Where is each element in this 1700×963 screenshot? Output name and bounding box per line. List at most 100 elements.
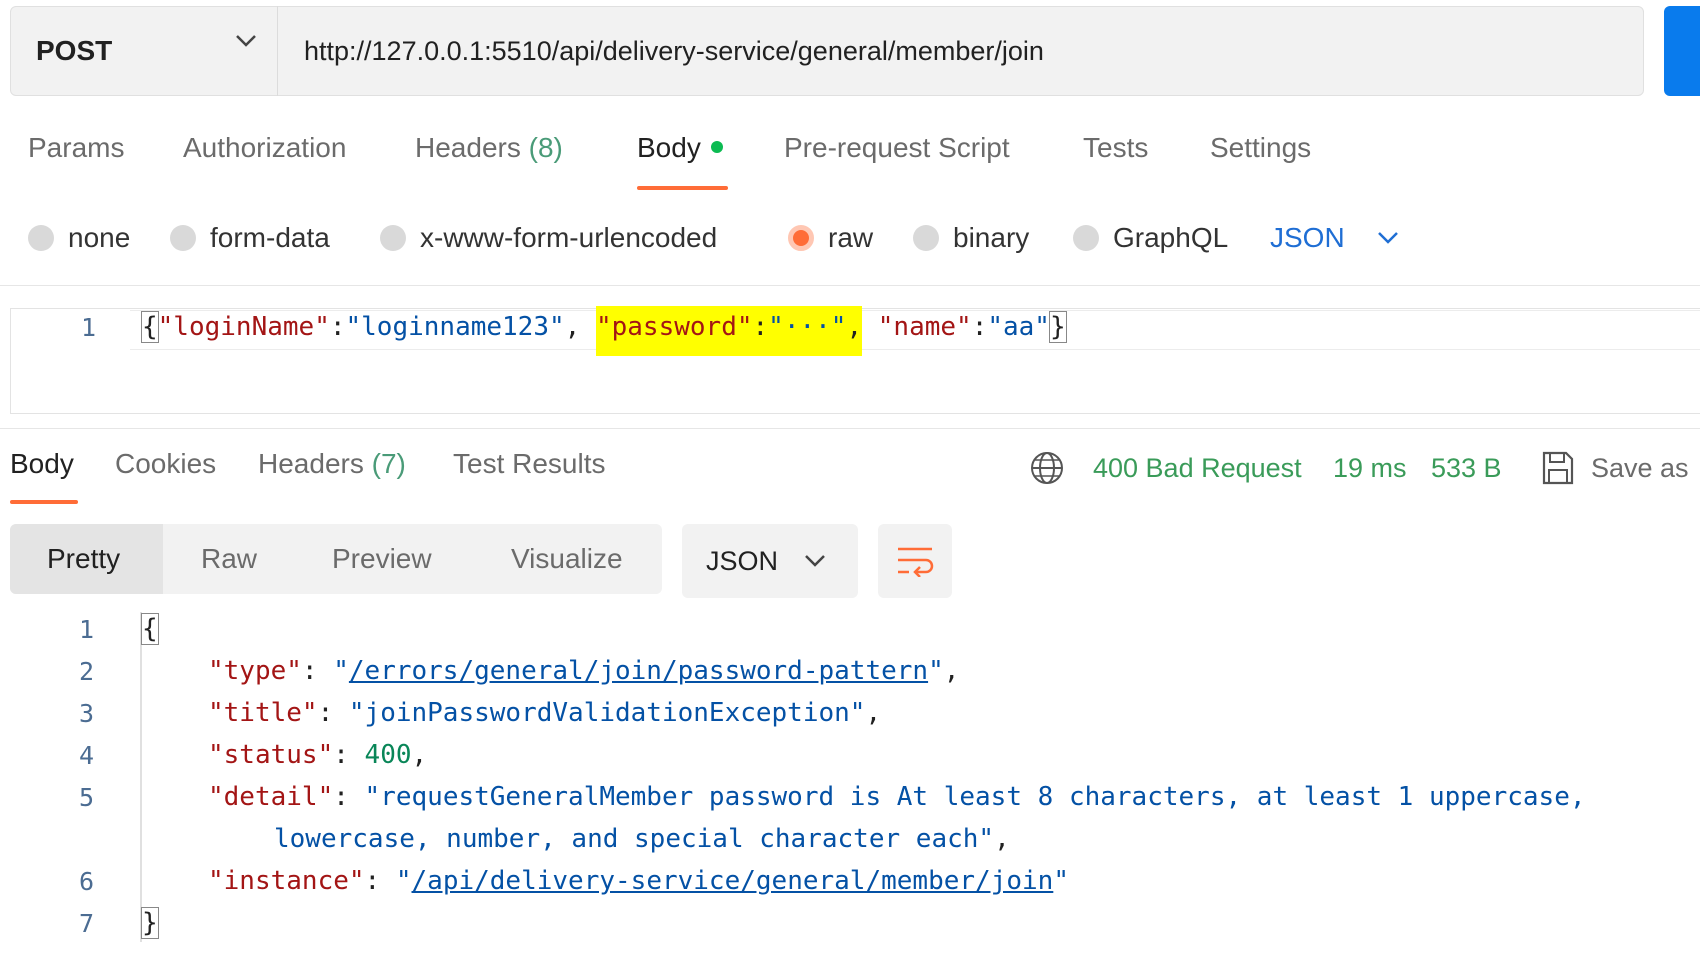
tab-body-label: Body <box>637 132 701 163</box>
view-visualize-button[interactable]: Visualize <box>511 524 623 594</box>
response-code-line: "title": "joinPasswordValidationExceptio… <box>208 698 882 728</box>
code-brace: } <box>141 907 159 939</box>
code-key: "status" <box>208 740 334 770</box>
code-key: "password" <box>595 312 753 342</box>
response-format-label: JSON <box>706 545 779 576</box>
radio-none-label: none <box>68 222 131 253</box>
instance-link[interactable]: /api/delivery-service/general/member/joi… <box>412 866 1054 896</box>
radio-raw-label: raw <box>828 222 874 253</box>
radio-circle-icon <box>380 225 406 251</box>
code-brace: } <box>1048 311 1067 343</box>
radio-graphql[interactable]: GraphQL <box>1073 218 1228 258</box>
save-icon[interactable] <box>1541 450 1575 486</box>
body-language-select[interactable]: JSON <box>1270 218 1399 258</box>
tab-params[interactable]: Params <box>28 132 124 172</box>
code-brace: { <box>141 311 159 343</box>
line-number: 1 <box>80 313 96 342</box>
response-size[interactable]: 533 B <box>1431 448 1502 488</box>
view-raw-button[interactable]: Raw <box>201 524 257 594</box>
view-preview-button[interactable]: Preview <box>332 524 432 594</box>
chevron-down-icon <box>1377 232 1398 244</box>
tab-settings[interactable]: Settings <box>1210 132 1311 172</box>
wrap-lines-icon <box>898 547 934 577</box>
url-input[interactable]: http://127.0.0.1:5510/api/delivery-servi… <box>304 6 1044 96</box>
code-number: 400 <box>364 740 412 770</box>
radio-form-data[interactable]: form-data <box>170 218 330 258</box>
divider <box>0 285 1700 286</box>
send-button[interactable] <box>1664 6 1700 96</box>
chevron-down-icon <box>236 35 256 47</box>
response-code-line: "detail": "requestGeneralMember password… <box>208 782 1586 812</box>
response-format-select[interactable]: JSON <box>682 524 858 598</box>
response-code-line: } <box>141 907 159 939</box>
wrap-lines-button[interactable] <box>878 524 952 598</box>
line-number: 3 <box>78 699 94 728</box>
radio-graphql-label: GraphQL <box>1113 222 1229 253</box>
radio-form-data-label: form-data <box>210 222 330 253</box>
tab-headers[interactable]: Headers (8) <box>415 132 563 172</box>
code-string: "aa" <box>987 312 1050 342</box>
radio-none[interactable]: none <box>28 218 130 258</box>
response-tab-cookies[interactable]: Cookies <box>115 448 216 488</box>
tab-active-indicator <box>10 500 78 504</box>
code-string: "loginname123" <box>345 312 565 342</box>
view-pretty-button[interactable]: Pretty <box>47 524 120 594</box>
code-punct: : <box>752 312 769 342</box>
code-string: lowercase, number, and special character… <box>274 824 995 854</box>
code-punct: : <box>329 312 346 342</box>
response-status[interactable]: 400 Bad Request <box>1093 448 1302 488</box>
save-as-button[interactable]: Save as <box>1591 448 1689 488</box>
globe-icon[interactable] <box>1030 451 1064 485</box>
response-code-line: "instance": "/api/delivery-service/gener… <box>208 866 1069 896</box>
response-code-line: lowercase, number, and special character… <box>274 824 1010 854</box>
code-key: "loginName" <box>157 312 330 342</box>
method-select[interactable]: POST <box>10 6 278 96</box>
radio-circle-icon <box>170 225 196 251</box>
response-time[interactable]: 19 ms <box>1333 448 1407 488</box>
radio-checked-icon <box>788 225 814 251</box>
radio-urlencoded[interactable]: x-www-form-urlencoded <box>380 218 717 258</box>
divider <box>0 428 1700 429</box>
code-punct: : <box>971 312 988 342</box>
tab-prerequest-script[interactable]: Pre-request Script <box>784 132 1010 172</box>
response-tab-body[interactable]: Body <box>10 448 74 488</box>
request-body-code[interactable]: {"loginName":"loginname123", "password":… <box>141 306 1067 356</box>
tab-active-indicator <box>637 186 728 190</box>
type-link[interactable]: /errors/general/join/password-pattern <box>349 656 928 686</box>
code-string: "requestGeneralMember password is At lea… <box>364 782 1586 812</box>
radio-circle-icon <box>1073 225 1099 251</box>
response-tab-headers-count: (7) <box>371 448 406 479</box>
response-code-line: "type": "/errors/general/join/password-p… <box>208 656 960 686</box>
tab-headers-label: Headers <box>415 132 521 163</box>
tab-tests[interactable]: Tests <box>1083 132 1148 172</box>
response-tab-test-results[interactable]: Test Results <box>453 448 606 488</box>
line-number: 4 <box>78 741 94 770</box>
response-code-line: "status": 400, <box>208 740 428 770</box>
code-brace: { <box>141 613 159 645</box>
body-modified-dot-icon <box>710 140 723 153</box>
body-language-label: JSON <box>1270 222 1345 253</box>
code-key: "title" <box>208 698 318 728</box>
radio-raw[interactable]: raw <box>788 218 873 258</box>
code-punct: , <box>846 312 863 342</box>
gutter-divider <box>140 612 142 942</box>
response-code-line: { <box>141 613 159 645</box>
radio-urlencoded-label: x-www-form-urlencoded <box>420 222 718 253</box>
highlighter-mark: "password":"···", <box>595 306 863 356</box>
line-number: 6 <box>78 867 94 896</box>
response-tab-headers-label: Headers <box>258 448 364 479</box>
line-number: 7 <box>78 909 94 938</box>
line-number: 2 <box>78 657 94 686</box>
code-key: "name" <box>877 312 972 342</box>
response-tab-headers[interactable]: Headers (7) <box>258 448 406 488</box>
code-key: "instance" <box>208 866 365 896</box>
tab-body[interactable]: Body <box>637 132 723 172</box>
code-punct: , <box>564 312 581 342</box>
method-label: POST <box>36 35 113 66</box>
radio-binary-label: binary <box>953 222 1030 253</box>
code-key: "detail" <box>208 782 334 812</box>
radio-binary[interactable]: binary <box>913 218 1029 258</box>
radio-circle-icon <box>28 225 54 251</box>
tab-headers-count: (8) <box>528 132 563 163</box>
tab-authorization[interactable]: Authorization <box>183 132 346 172</box>
